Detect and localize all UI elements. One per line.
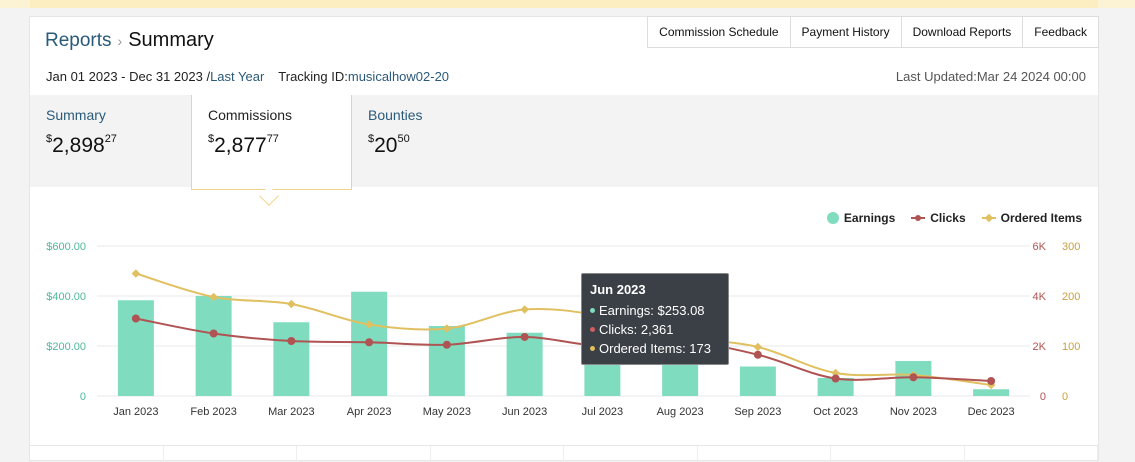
left-axis-tick: 0 xyxy=(80,391,86,403)
clicks-point xyxy=(520,332,529,341)
ordered-items-point xyxy=(520,305,529,314)
right-axis-clicks-tick: 4K xyxy=(1033,291,1047,303)
x-axis-tick: Nov 2023 xyxy=(890,406,937,418)
ordered-items-line xyxy=(135,272,992,386)
left-axis-tick: $200.00 xyxy=(46,341,86,353)
clicks-point xyxy=(209,329,218,338)
earnings-bar xyxy=(195,296,232,396)
x-axis-tick: Feb 2023 xyxy=(190,406,236,418)
earnings-bar xyxy=(739,366,776,396)
x-axis-tick: Dec 2023 xyxy=(968,406,1015,418)
right-axis-clicks-tick: 6K xyxy=(1033,241,1047,253)
x-axis-tick: Jul 2023 xyxy=(582,406,624,418)
tooltip-clicks-dot xyxy=(590,327,595,332)
tooltip-clicks: Clicks: 2,361 xyxy=(599,322,674,337)
footer-tab-strip xyxy=(30,445,1098,462)
earnings-bar xyxy=(273,322,310,396)
tooltip-earnings: Earnings: $253.08 xyxy=(599,303,705,318)
ordered-items-point xyxy=(287,299,296,309)
x-axis-tick: Jan 2023 xyxy=(113,406,158,418)
clicks-point xyxy=(287,337,296,345)
clicks-point xyxy=(131,314,140,323)
clicks-line xyxy=(135,317,992,382)
clicks-point xyxy=(909,373,918,382)
right-axis-orders-tick: 200 xyxy=(1062,291,1080,303)
right-axis-clicks-tick: 2K xyxy=(1033,341,1047,353)
x-axis-tick: May 2023 xyxy=(423,406,471,418)
chart-tooltip: Jun 2023 Earnings: $253.08 Clicks: 2,361… xyxy=(581,273,729,365)
tooltip-orders: Ordered Items: 173 xyxy=(599,341,711,356)
clicks-point xyxy=(987,377,996,385)
earnings-bar xyxy=(506,332,543,396)
ordered-items-point xyxy=(131,269,141,278)
x-axis-tick: Aug 2023 xyxy=(657,406,704,418)
x-axis-tick: Oct 2023 xyxy=(813,406,858,418)
tooltip-earnings-dot xyxy=(590,308,595,313)
clicks-point xyxy=(365,338,374,347)
clicks-point xyxy=(442,340,451,349)
top-banner xyxy=(0,0,1135,8)
ordered-items-point xyxy=(753,342,763,352)
clicks-point xyxy=(753,350,762,359)
x-axis-tick: Apr 2023 xyxy=(347,406,392,418)
tooltip-orders-dot xyxy=(590,346,595,351)
x-axis-tick: Sep 2023 xyxy=(734,406,781,418)
x-axis-tick: Jun 2023 xyxy=(502,406,547,418)
right-axis-orders-tick: 100 xyxy=(1062,341,1080,353)
right-axis-orders-tick: 0 xyxy=(1062,391,1068,403)
tooltip-title: Jun 2023 xyxy=(590,282,646,297)
left-axis-tick: $600.00 xyxy=(46,241,86,253)
right-axis-clicks-tick: 0 xyxy=(1040,391,1046,403)
report-card: Reports › Summary Jan 01 2023 - Dec 31 2… xyxy=(29,16,1099,462)
earnings-bar xyxy=(973,389,1010,396)
clicks-point xyxy=(831,374,840,383)
top-banner-inner xyxy=(30,0,1098,8)
earnings-bar xyxy=(428,326,465,396)
left-axis-tick: $400.00 xyxy=(46,291,86,303)
right-axis-orders-tick: 300 xyxy=(1062,241,1080,253)
x-axis-tick: Mar 2023 xyxy=(268,406,314,418)
earnings-chart: $600.00 6K 300 $400.00 4K 200 $200.00 2K 100 0 0 0 J… xyxy=(46,241,1080,418)
